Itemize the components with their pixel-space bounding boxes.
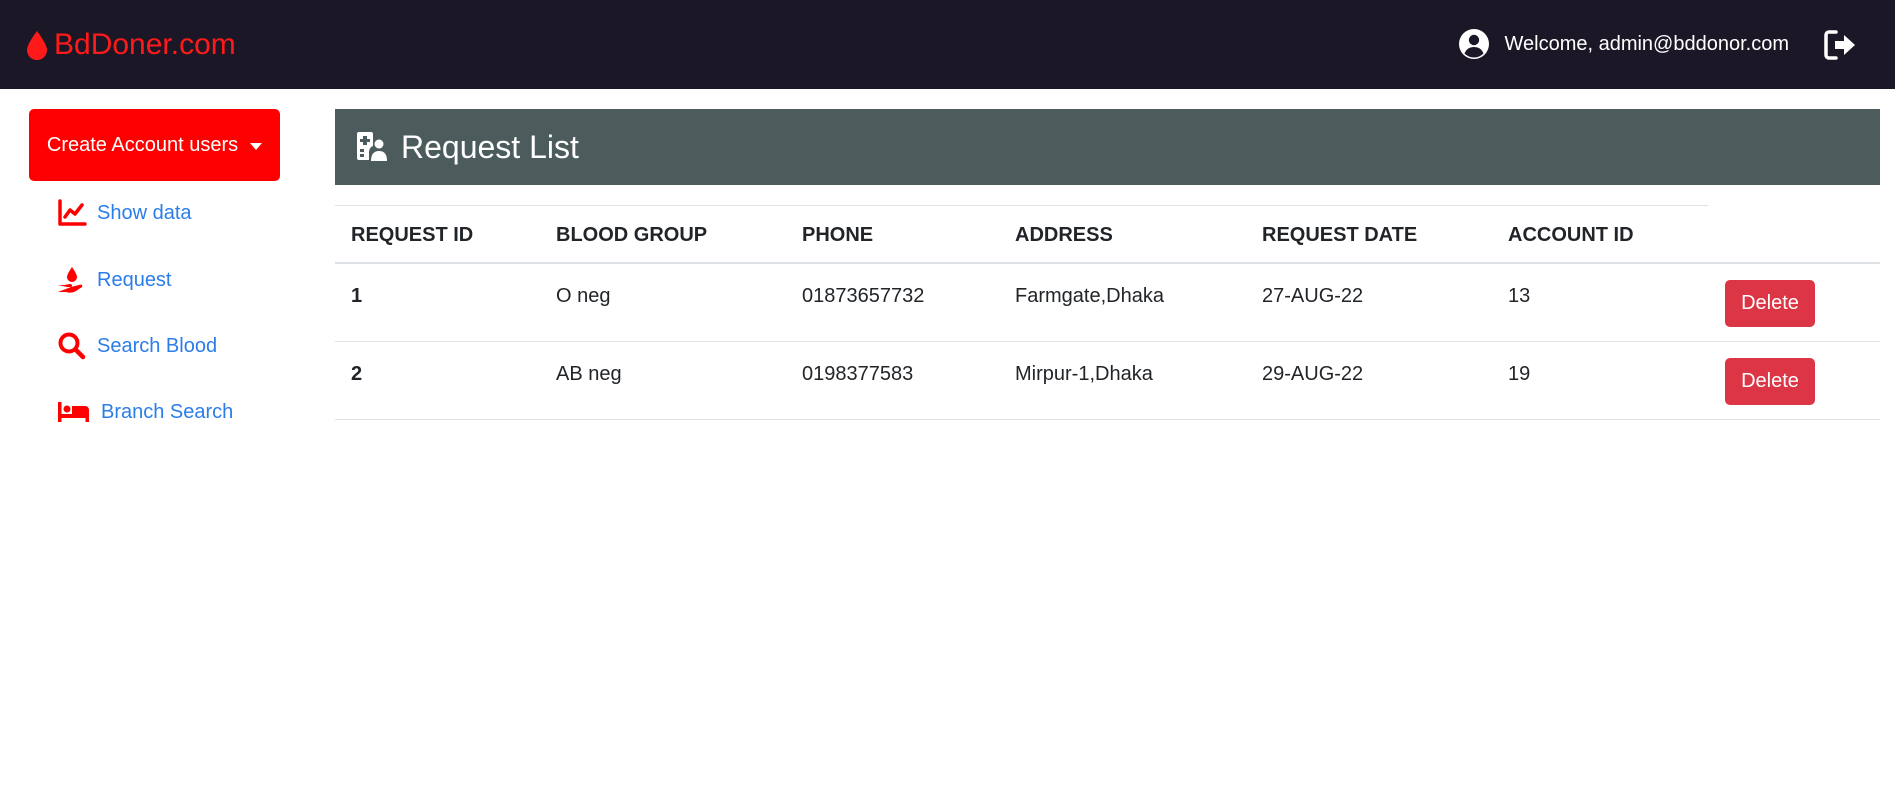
main-content: Request List REQUEST ID BLOOD GROUP PHON… <box>335 109 1880 420</box>
cell-phone: 01873657732 <box>802 285 925 307</box>
column-header-address: ADDRESS <box>1015 224 1113 246</box>
sidebar-item-branch-search[interactable]: Branch Search <box>57 398 233 426</box>
blood-drop-icon <box>27 31 47 60</box>
dropdown-label: Create Account users <box>46 133 239 156</box>
table-header: REQUEST ID BLOOD GROUP PHONE ADDRESS REQ… <box>335 205 1880 264</box>
cell-address: Mirpur-1,Dhaka <box>1015 363 1153 385</box>
delete-button[interactable]: Delete <box>1725 358 1815 405</box>
column-header-request-id: REQUEST ID <box>351 224 474 246</box>
cell-request-date: 29-AUG-22 <box>1262 363 1364 385</box>
cell-request-id: 1 <box>351 285 363 307</box>
hand-holding-droplet-icon <box>58 267 83 293</box>
cell-request-id: 2 <box>351 363 363 385</box>
sidebar-item-show-data[interactable]: Show data <box>57 199 192 227</box>
chart-line-icon <box>58 199 87 226</box>
cell-blood-group: AB neg <box>556 363 622 385</box>
user-circle-icon <box>1459 29 1490 59</box>
cell-address: Farmgate,Dhaka <box>1015 285 1164 307</box>
column-header-request-date: REQUEST DATE <box>1262 224 1418 246</box>
sidebar-item-label: Search Blood <box>97 334 218 357</box>
welcome-text: Welcome, admin@bddonor.com <box>1504 32 1789 55</box>
sidebar-item-label: Show data <box>97 201 192 224</box>
logout-icon <box>1824 30 1855 60</box>
cell-blood-group: O neg <box>556 285 611 307</box>
delete-button[interactable]: Delete <box>1725 280 1815 327</box>
cell-account-id: 19 <box>1508 363 1531 385</box>
request-table: REQUEST ID BLOOD GROUP PHONE ADDRESS REQ… <box>335 205 1880 420</box>
cell-phone: 0198377583 <box>802 363 914 385</box>
brand-logo[interactable]: BdDoner.com <box>26 27 236 63</box>
cell-account-id: 13 <box>1508 285 1531 307</box>
sidebar-item-label: Request <box>97 268 172 291</box>
page-title: Request List <box>401 128 579 165</box>
top-navbar: BdDoner.com Welcome, admin@bddonor.com <box>0 0 1895 89</box>
user-info: Welcome, admin@bddonor.com <box>1458 26 1789 62</box>
sidebar: Create Account users Show data Request S… <box>29 109 280 423</box>
column-header-phone: PHONE <box>802 224 874 246</box>
table-row: 2 AB neg 0198377583 Mirpur-1,Dhaka 29-AU… <box>335 342 1880 420</box>
sidebar-item-label: Branch Search <box>101 400 234 423</box>
logout-button[interactable] <box>1823 28 1857 62</box>
request-list-header: Request List <box>335 109 1880 185</box>
search-icon <box>58 332 86 360</box>
column-header-blood-group: BLOOD GROUP <box>556 224 708 246</box>
sidebar-item-request[interactable]: Request <box>57 266 172 294</box>
brand-name: BdDoner.com <box>54 28 236 61</box>
column-header-account-id: ACCOUNT ID <box>1508 224 1634 246</box>
create-account-users-dropdown[interactable]: Create Account users <box>29 109 280 181</box>
caret-down-icon <box>250 142 263 150</box>
bed-icon <box>58 402 89 422</box>
sidebar-item-search-blood[interactable]: Search Blood <box>57 332 217 360</box>
hospital-user-icon <box>357 132 387 161</box>
cell-request-date: 27-AUG-22 <box>1262 285 1364 307</box>
table-row: 1 O neg 01873657732 Farmgate,Dhaka 27-AU… <box>335 264 1880 342</box>
